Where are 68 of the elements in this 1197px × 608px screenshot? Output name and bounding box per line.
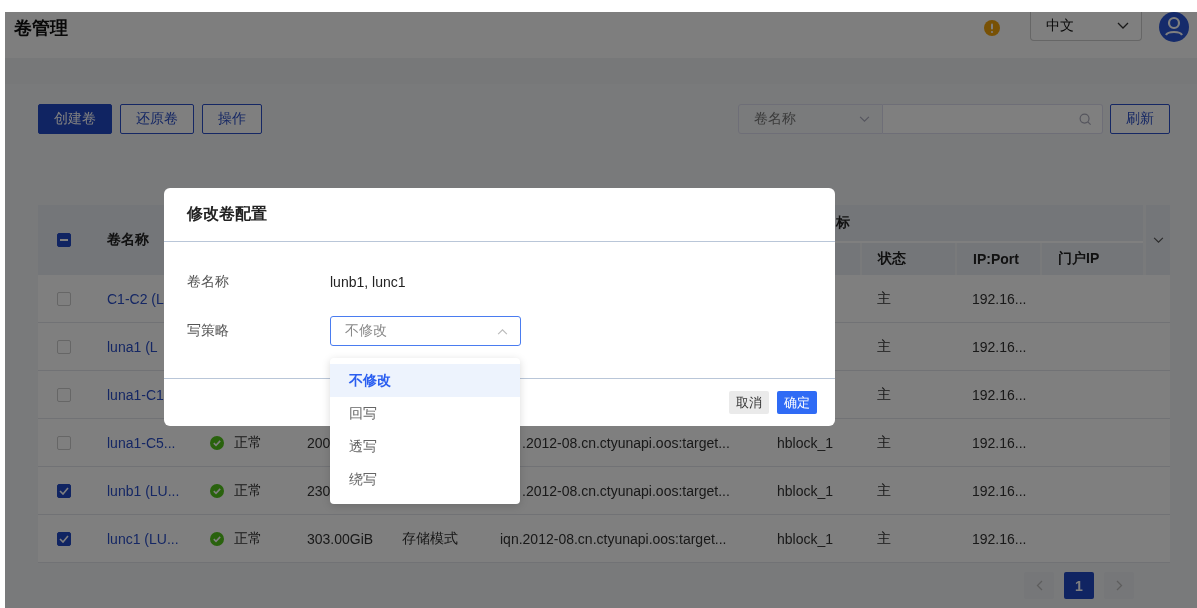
ip-port-text: 192.16... — [972, 290, 1027, 307]
role-text: 主 — [877, 529, 891, 548]
role-text: 主 — [877, 481, 891, 500]
host-text: hblock_1 — [777, 482, 834, 499]
dialog-button[interactable]: 确定 — [777, 391, 817, 414]
row-checkbox[interactable] — [57, 531, 71, 546]
dropdown-option[interactable]: 透写 — [330, 430, 520, 463]
page-button[interactable]: 1 — [1064, 572, 1094, 599]
capacity-text: 200 — [307, 434, 331, 451]
ip-port-text: 192.16... — [972, 338, 1027, 355]
chevron-down-icon — [859, 115, 870, 123]
volume-name-link[interactable]: C1-C2 (L — [107, 290, 164, 307]
role-text: 主 — [877, 289, 891, 308]
column-group-header: 标 — [836, 214, 850, 232]
status-text: 正常 — [234, 529, 262, 548]
column-header: 状态 — [878, 250, 906, 268]
toolbar-button[interactable]: 创建卷 — [38, 104, 112, 134]
column-header: 卷名称 — [107, 231, 149, 249]
dropdown-option[interactable]: 绕写 — [330, 463, 520, 496]
host-text: hblock_1 — [777, 530, 834, 547]
chevron-right-icon — [1115, 580, 1123, 591]
select-all-checkbox[interactable] — [57, 233, 71, 247]
status-text: 正常 — [234, 481, 262, 500]
status-text: 正常 — [234, 433, 262, 452]
chevron-up-icon — [497, 327, 508, 335]
refresh-button[interactable]: 刷新 — [1110, 104, 1170, 134]
field-value: lunb1, lunc1 — [330, 273, 406, 290]
dropdown-option[interactable]: 不修改 — [330, 364, 520, 397]
mode-text: 存储模式 — [402, 529, 458, 548]
toolbar-button[interactable]: 还原卷 — [120, 104, 194, 134]
field-label: 写策略 — [187, 322, 230, 340]
dropdown-option[interactable]: 回写 — [330, 397, 520, 430]
field-label: 卷名称 — [187, 272, 230, 291]
warning-icon[interactable] — [984, 20, 1000, 36]
ip-port-text: 192.16... — [972, 530, 1027, 547]
chevron-left-icon — [1035, 580, 1043, 591]
filter-select[interactable]: 卷名称 — [738, 104, 883, 134]
volume-name-link[interactable]: luna1-C1 — [107, 386, 164, 403]
capacity-text: 303.00GiB — [307, 530, 374, 547]
ip-port-text: 192.16... — [972, 482, 1027, 499]
language-select[interactable]: 中文 — [1030, 12, 1142, 41]
write-policy-select[interactable]: 不修改 — [330, 316, 521, 346]
page-title: 卷管理 — [14, 17, 68, 40]
column-header: 门户IP — [1058, 250, 1100, 268]
chevron-down-icon — [1117, 22, 1129, 30]
host-text: hblock_1 — [777, 434, 834, 451]
role-text: 主 — [877, 433, 891, 452]
column-header: IP:Port — [973, 251, 1019, 267]
volume-name-link[interactable]: lunc1 (LU... — [107, 530, 179, 547]
role-text: 主 — [877, 337, 891, 356]
toolbar-button[interactable]: 操作 — [202, 104, 262, 134]
iqn-text: .2012-08.cn.ctyunapi.oos:target... — [522, 482, 730, 499]
search-icon — [1079, 112, 1092, 126]
row-checkbox[interactable] — [57, 483, 71, 498]
volume-name-link[interactable]: luna1-C5... — [107, 434, 176, 451]
role-text: 主 — [877, 385, 891, 404]
chevron-down-icon[interactable] — [1152, 236, 1164, 244]
user-avatar-icon[interactable] — [1159, 12, 1189, 42]
iqn-text: .2012-08.cn.ctyunapi.oos:target... — [522, 434, 730, 451]
dialog-button[interactable]: 取消 — [729, 391, 769, 414]
capacity-text: 230 — [307, 482, 331, 499]
dialog-title: 修改卷配置 — [187, 204, 267, 224]
volume-name-link[interactable]: lunb1 (LU... — [107, 482, 180, 499]
volume-name-link[interactable]: luna1 (L — [107, 338, 158, 355]
ip-port-text: 192.16... — [972, 386, 1027, 403]
search-field[interactable] — [883, 104, 1103, 134]
iqn-text: iqn.2012-08.cn.ctyunapi.oos:target... — [500, 530, 727, 547]
ip-port-text: 192.16... — [972, 434, 1027, 451]
